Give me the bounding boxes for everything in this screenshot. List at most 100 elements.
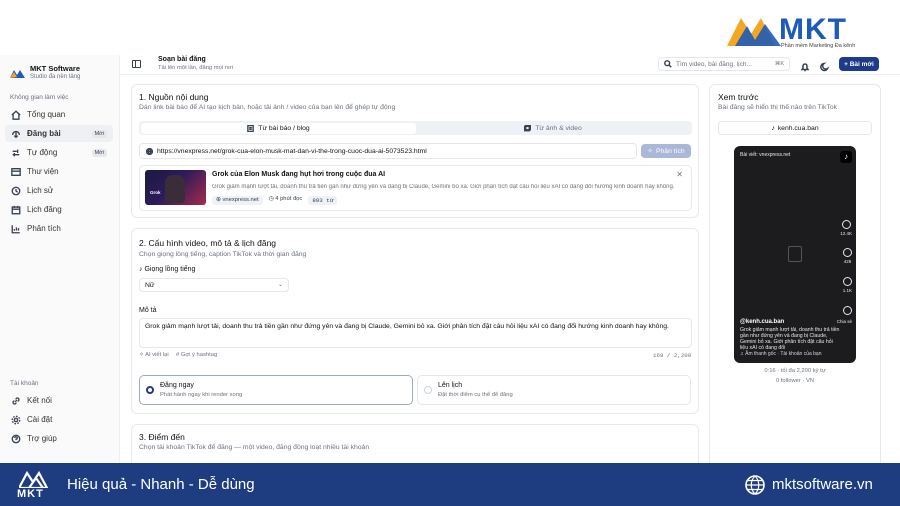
share-icon: [12, 130, 20, 138]
sidebar-item-overview[interactable]: Tổng quan: [5, 106, 113, 123]
article-word-count: 893 từ: [308, 196, 338, 205]
schedule-subtitle: Đặt thời điểm cụ thể để đăng: [438, 392, 513, 398]
tab-media[interactable]: Từ ảnh & video: [416, 123, 690, 134]
new-badge: Mới: [91, 129, 107, 138]
section2-subtitle: Chọn giọng lồng tiếng, caption TikTok và…: [139, 251, 307, 258]
analyze-label: Phân tích: [655, 147, 685, 155]
mkt-logo-tagline: Phần mềm Marketing Đa kênh: [781, 43, 856, 49]
top-header: Soạn bài đăng Tải lên một lần, đăng mọi …: [120, 55, 900, 75]
phone-caption: Grok giảm mạnh lượt tải, doanh thu trả t…: [740, 327, 840, 351]
preview-subtitle: Bài đăng sẽ hiển thị thế nào trên TikTok: [718, 104, 838, 111]
banner-website[interactable]: mktsoftware.vn: [772, 476, 873, 493]
description-label: Mô tả: [139, 307, 157, 314]
sidebar-item-help[interactable]: Trợ giúp: [5, 430, 113, 447]
preview-title: Xem trước: [718, 92, 759, 102]
publish-now-title: Đăng ngay: [160, 382, 194, 389]
sparkle-icon: ✧: [647, 148, 653, 155]
thumbnail-label: Grok: [150, 190, 161, 195]
section1-subtitle: Dán link bài báo để AI tạo kịch bản, hoặ…: [139, 104, 396, 111]
tab-media-label: Từ ảnh & video: [535, 125, 582, 132]
banner-slogan: Hiệu quả - Nhanh - Dễ dùng: [67, 476, 255, 493]
source-tabs: Từ bài báo / blog Từ ảnh & video: [139, 121, 692, 135]
preview-followers: 0 follower · VN: [775, 378, 814, 384]
sidebar-item-history[interactable]: Lịch sử: [5, 182, 113, 199]
thumbnail-person: [165, 175, 185, 203]
tiktok-logo-icon: ♪: [840, 151, 852, 163]
brand-subtitle: Studio đa nền tảng: [30, 74, 81, 80]
preview-duration: 0:16 · tối đa 2,200 ký tự: [764, 368, 826, 374]
bell-icon[interactable]: [800, 59, 810, 72]
new-post-button[interactable]: + Bài mới: [839, 57, 879, 71]
new-badge: Mới: [91, 148, 107, 157]
analyze-button[interactable]: ✧ Phân tích: [641, 144, 691, 158]
help-icon: [11, 434, 21, 443]
app-window: MKT Phần mềm Marketing Đa kênh MKT Softw…: [0, 0, 900, 474]
ai-rewrite-button[interactable]: ✧ AI viết lại: [139, 352, 169, 358]
publish-now-option[interactable]: Đăng ngay Phát hành ngay khi render xong: [139, 375, 413, 405]
schedule-title: Lên lịch: [438, 382, 463, 389]
ai-rewrite-label: AI viết lại: [145, 352, 169, 358]
sidebar-item-schedule[interactable]: Lịch đăng: [5, 201, 113, 218]
voice-label-text: Giọng lồng tiếng: [144, 266, 196, 273]
account-section-title: Tài khoản: [10, 380, 39, 387]
video-placeholder-icon: [788, 246, 802, 262]
section3-subtitle: Chọn tài khoản TikTok để đăng — một vide…: [139, 444, 370, 451]
brand-name: MKT Software: [30, 64, 81, 73]
share-action: [843, 306, 852, 317]
article-title: Grok của Elon Musk đang hụt hơi trong cu…: [212, 171, 386, 178]
gear-icon: [11, 415, 21, 424]
article-preview: Grok Grok của Elon Musk đang hụt hơi tro…: [139, 165, 692, 211]
home-icon: [11, 109, 21, 120]
article-description: Grok giảm mạnh lượt tải, doanh thu trả t…: [212, 184, 675, 190]
banner-logo-text: MKT: [17, 488, 44, 500]
sidebar-item-analytics[interactable]: Phân tích: [5, 220, 113, 237]
toggle-sidebar-icon[interactable]: [132, 60, 141, 68]
like-count: 12.4K: [840, 231, 852, 236]
article-source-text: vnexpress.net: [222, 197, 259, 203]
description-textarea[interactable]: Grok giảm mạnh lượt tải, doanh thu trả t…: [139, 318, 692, 348]
search-input[interactable]: Tìm video, bài đăng, lịch... ⌘K: [658, 57, 790, 71]
section1-title: 1. Nguồn nội dung: [139, 92, 209, 102]
sidebar-brand[interactable]: MKT Software Studio đa nền tảng: [10, 64, 80, 80]
article-url-value: https://vnexpress.net/grok-cua-elon-musk…: [157, 147, 427, 155]
phone-source-label: Bài viết: vnexpress.net: [740, 152, 791, 158]
sidebar-item-settings[interactable]: Cài đặt: [5, 411, 113, 428]
sidebar-item-connect[interactable]: Kết nối: [5, 392, 113, 409]
image-icon: [524, 125, 532, 132]
article-read-time-text: 4 phút đọc: [275, 196, 303, 202]
sidebar-item-library[interactable]: Thư viện: [5, 163, 113, 180]
sidebar-item-post[interactable]: Đăng bài Mới: [5, 125, 113, 142]
article-url-input[interactable]: https://vnexpress.net/grok-cua-elon-musk…: [139, 143, 637, 159]
heart-icon: [841, 220, 851, 229]
tab-article[interactable]: Từ bài báo / blog: [141, 123, 416, 134]
sidebar: MKT Software Studio đa nền tảng Không gi…: [0, 55, 120, 463]
page-subtitle: Tải lên một lần, đăng mọi nơi: [158, 65, 234, 71]
save-count: 1.1K: [842, 288, 852, 293]
article-thumbnail: Grok: [145, 170, 206, 205]
history-icon: [11, 186, 21, 195]
voice-select[interactable]: Nữ ⌄: [139, 278, 289, 292]
phone-handle: @kenh.cua.ban: [740, 319, 785, 325]
moon-icon[interactable]: [820, 59, 830, 72]
preview-account-name: kenh.cua.ban: [777, 124, 819, 132]
page-title: Soạn bài đăng: [158, 56, 206, 63]
sidebar-item-label: Phân tích: [27, 224, 61, 233]
banner-logo: MKT: [16, 470, 56, 500]
preview-account-select[interactable]: ♪ kenh.cua.ban: [718, 121, 872, 135]
library-icon: [11, 167, 21, 176]
tab-article-label: Từ bài báo / blog: [258, 125, 310, 132]
phone-sound: ♫ Âm thanh gốc · Tài khoản của bạn: [740, 351, 822, 357]
schedule-option[interactable]: Lên lịch Đặt thời điểm cụ thể để đăng: [417, 375, 691, 405]
sidebar-item-automation[interactable]: Tự động Mới: [5, 144, 113, 161]
banner-logo-mark-icon: [19, 470, 49, 488]
mkt-logo-text: MKT: [779, 13, 847, 46]
link-icon: [12, 396, 20, 405]
sidebar-item-label: Tự động: [27, 148, 58, 157]
close-icon[interactable]: ✕: [676, 170, 683, 179]
tiktok-icon: ♪: [771, 124, 775, 132]
brand-logo-icon: [10, 70, 25, 78]
bookmark-icon: [842, 277, 852, 286]
section3-title: 3. Điểm đến: [139, 432, 185, 442]
section2-title: 2. Cấu hình video, mô tả & lịch đăng: [139, 238, 277, 248]
hashtag-suggest-button[interactable]: # Gợi ý hashtag: [176, 352, 217, 358]
